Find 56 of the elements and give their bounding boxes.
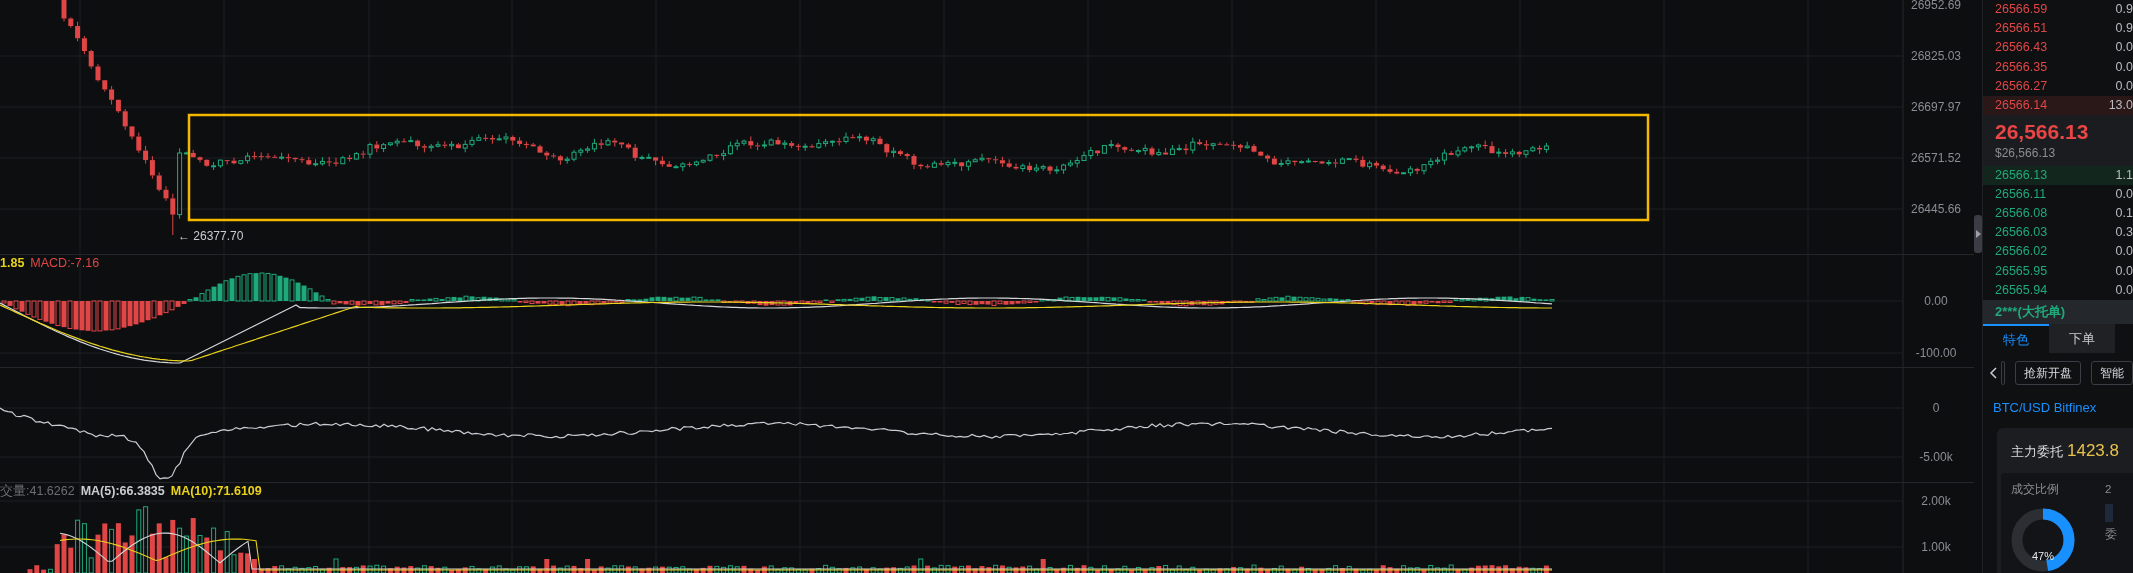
axis-label: 1.00k [1920,540,1952,554]
last-price-usd: $26,566.13 [1995,144,2057,161]
column-text: 委 [2105,527,2117,543]
indicator-legend: 1.85 [0,256,25,270]
order-amount: 0.0 [2115,77,2133,95]
trading-pair-link[interactable]: BTC/USD Bitfinex [1983,392,2133,424]
last-price: 26,566.13 [1995,118,2090,145]
order-amount: 0.0 [2115,281,2133,299]
order-price: 26566.02 [1995,243,2048,261]
tool-button[interactable]: 智能 [2091,360,2133,385]
indicator-legend: MA(10):71.6109 [170,484,262,498]
order-price: 26566.11 [1995,186,2047,204]
order-amount: 0.9 [2115,20,2133,38]
tab[interactable]: 下单 [2049,323,2115,354]
indicator-legend: MA(5):66.3835 [80,484,165,498]
order-amount: 13.0 [2108,96,2133,114]
low-price-marker: ← 26377.70 [178,229,244,243]
order-price: 26565.94 [1995,281,2048,299]
axis-label: 26952.69 [1909,0,1963,12]
order-price: 26566.51 [1995,20,2048,38]
big-order-label: 2***(大托单) [1983,299,2133,324]
axis-label: 26825.03 [1909,49,1963,63]
axis-label: 0.00 [1923,294,1949,308]
axis-label: 26697.97 [1909,100,1963,114]
axis-label: 26571.52 [1909,151,1963,165]
order-price: 26566.08 [1995,205,2048,223]
tool-button[interactable]: 抢新开盘 [2015,360,2081,385]
order-price: 26566.43 [1995,39,2048,57]
order-amount: 0.3 [2115,224,2133,242]
axis-label: -5.00k [1918,450,1954,464]
donut-percent: 47% [2031,549,2055,565]
axis-label: -100.00 [1914,346,1958,360]
order-amount: 0.0 [2115,186,2133,204]
order-price: 26565.95 [1995,262,2048,280]
card-value: 1423.8 [2067,440,2119,460]
order-amount: 0.0 [2115,58,2133,76]
order-amount: 1.1 [2115,166,2133,184]
axis-label: 2.00k [1920,494,1952,508]
order-amount: 0.1 [2115,205,2133,223]
order-price: 26566.27 [1995,77,2048,95]
order-amount: 0.0 [2115,262,2133,280]
indicator-legend: MACD:-7.16 [30,256,100,270]
axis-label: 26445.66 [1909,202,1963,216]
card-label: 主力委托 [2010,444,2063,459]
order-price: 26566.59 [1995,1,2048,19]
order-amount: 0.9 [2115,1,2133,19]
order-price: 26566.03 [1995,224,2048,242]
order-price: 26566.35 [1995,58,2048,76]
column-label: 2 [2105,482,2113,498]
order-amount: 0.0 [2115,243,2133,261]
axis-label: 0 [1931,401,1941,415]
order-amount: 0.0 [2115,39,2133,57]
ratio-label: 成交比例 [2011,482,2060,498]
order-price: 26566.13 [1995,166,2048,184]
indicator-legend: 交量:41.6262 [0,484,75,498]
order-price: 26566.14 [1995,96,2048,114]
